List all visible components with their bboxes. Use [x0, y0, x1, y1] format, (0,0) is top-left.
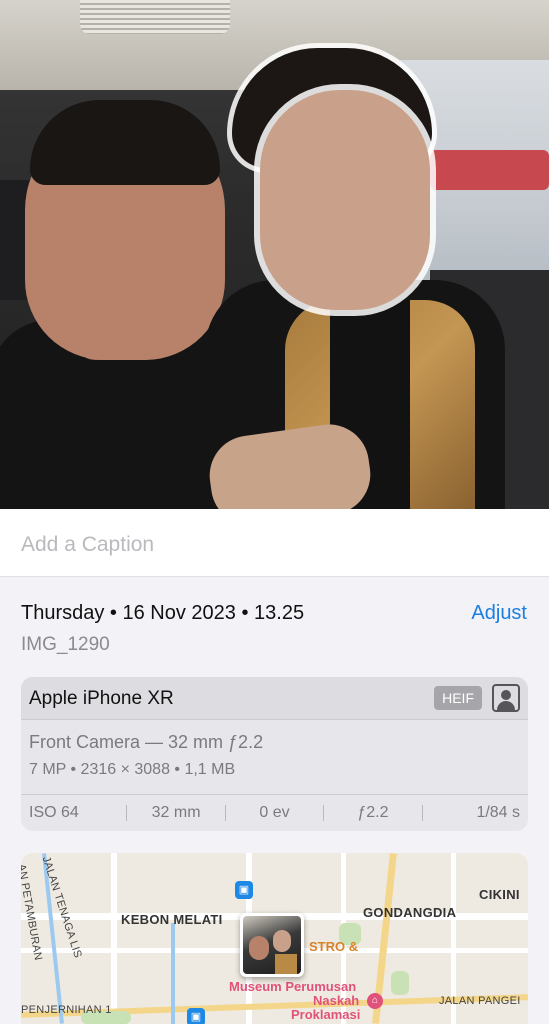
location-map[interactable]: AN PETAMBURAN JALAN TENAGA LIS KEBON MEL… — [21, 853, 528, 1024]
person-right-face-subject-lift[interactable] — [260, 90, 430, 310]
exif-focal-length: 32 mm — [151, 804, 201, 821]
exif-exposure: 0 ev — [259, 804, 290, 821]
map-canal — [171, 923, 175, 1024]
camera-info-header: Apple iPhone XR HEIF — [21, 677, 528, 720]
map-park — [391, 971, 409, 995]
exif-shutter: 1/84 s — [476, 804, 521, 821]
device-name: Apple iPhone XR — [29, 688, 174, 709]
map-label-tenaga: JALAN TENAGA LIS — [39, 855, 84, 960]
caption-field[interactable]: Add a Caption — [0, 509, 549, 577]
map-photo-thumbnail[interactable] — [240, 913, 304, 977]
thumbnail-vest — [275, 954, 297, 974]
thumbnail-image — [243, 916, 301, 974]
map-poi-bistro[interactable]: STRO & — [309, 939, 358, 954]
adjust-button[interactable]: Adjust — [471, 602, 527, 625]
photo-date: Thursday • 16 Nov 2023 • 13.25 — [21, 602, 305, 624]
caption-placeholder: Add a Caption — [21, 533, 155, 556]
map-label-kebon-melati: KEBON MELATI — [121, 912, 223, 927]
map-label-penjernihan: PENJERNIHAN 1 — [21, 1004, 112, 1016]
photo-view[interactable] — [0, 0, 549, 509]
format-badge: HEIF — [434, 686, 482, 710]
bus-stop-icon[interactable]: ▣ — [235, 881, 253, 899]
lens-info: Front Camera — 32 mm ƒ2.2 — [29, 732, 264, 752]
exif-row: ISO 64 32 mm 0 ev ƒ2.2 1/84 s — [21, 794, 528, 831]
portrait-icon-head — [501, 690, 511, 700]
photo-info-panel: Thursday • 16 Nov 2023 • 13.25 Adjust IM… — [0, 578, 549, 1024]
car-vent — [80, 0, 230, 34]
camera-info-card: Apple iPhone XR HEIF Front Camera — 32 m… — [21, 677, 528, 831]
exif-aperture: ƒ2.2 — [357, 804, 389, 821]
background-car — [430, 150, 549, 190]
map-poi-museum-line2[interactable]: Naskah — [313, 993, 359, 1008]
thumbnail-face — [249, 936, 269, 960]
map-label-cikini: CIKINI — [479, 887, 520, 902]
map-poi-museum-line3[interactable]: Proklamasi — [291, 1007, 360, 1022]
portrait-icon-body — [497, 701, 515, 710]
image-specs: 7 MP • 2316 × 3088 • 1,1 MB — [29, 761, 236, 778]
thumbnail-face — [273, 930, 291, 952]
museum-icon[interactable]: ⌂ — [367, 993, 383, 1009]
map-label-gondangdia: GONDANGDIA — [363, 905, 457, 920]
portrait-mode-icon[interactable] — [492, 684, 520, 712]
map-poi-museum-line1[interactable]: Museum Perumusan — [229, 979, 356, 994]
person-left-hair — [30, 100, 220, 185]
photo-filename: IMG_1290 — [21, 634, 110, 655]
bus-stop-icon[interactable]: ▣ — [187, 1008, 205, 1024]
exif-iso: ISO 64 — [29, 804, 79, 821]
map-label-pangeran: JALAN PANGEI — [439, 995, 521, 1007]
map-road — [111, 853, 117, 1024]
